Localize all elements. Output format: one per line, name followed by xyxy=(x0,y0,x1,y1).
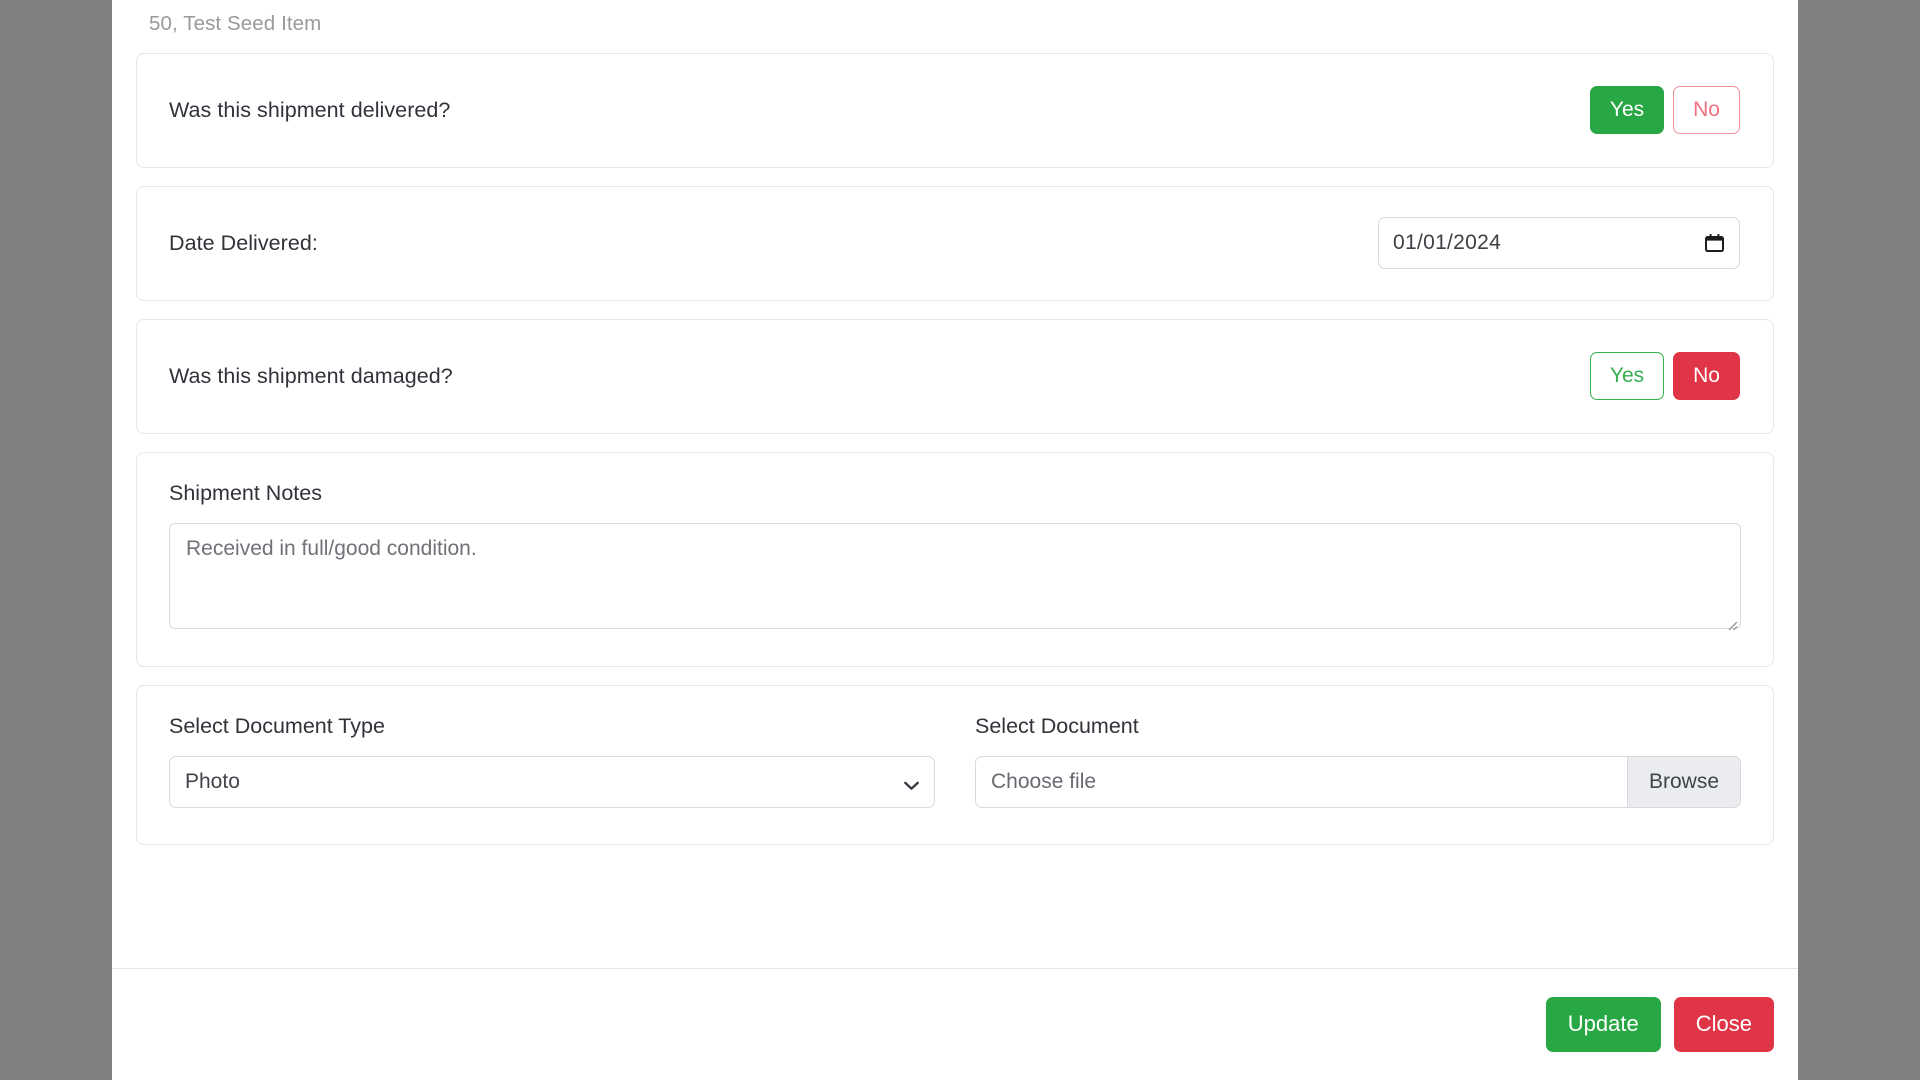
shipment-notes-card: Shipment Notes xyxy=(136,451,1774,667)
delivered-no-button[interactable]: No xyxy=(1673,86,1740,134)
modal-footer: Update Close xyxy=(112,968,1798,1080)
document-file-placeholder: Choose file xyxy=(991,769,1097,793)
damaged-question-label: Was this shipment damaged? xyxy=(169,363,453,388)
document-type-select[interactable]: Photo xyxy=(169,755,935,808)
documents-card: Select Document Type Photo Select Docume… xyxy=(136,684,1774,845)
document-type-label: Select Document Type xyxy=(169,713,385,738)
update-button[interactable]: Update xyxy=(1545,997,1661,1052)
delivered-question-label: Was this shipment delivered? xyxy=(169,97,451,122)
delivered-toggle-group: Yes No xyxy=(1589,86,1740,134)
delivered-card: Was this shipment delivered? Yes No xyxy=(136,52,1774,168)
modal-body: 50, Test Seed Item Was this shipment del… xyxy=(112,0,1798,968)
chevron-down-icon xyxy=(904,777,919,790)
date-delivered-input[interactable]: 01/01/2024 xyxy=(1378,217,1740,269)
browse-button[interactable]: Browse xyxy=(1626,756,1740,807)
modal-subtitle: 50, Test Seed Item xyxy=(149,12,322,35)
close-button[interactable]: Close xyxy=(1673,997,1774,1052)
document-file-input[interactable]: Choose file Browse xyxy=(975,755,1741,808)
delivered-yes-button[interactable]: Yes xyxy=(1589,86,1665,134)
date-delivered-row: Date Delivered: 01/01/2024 xyxy=(137,187,1773,300)
date-delivered-label: Date Delivered: xyxy=(169,230,318,255)
calendar-icon[interactable] xyxy=(1705,234,1724,253)
damaged-card: Was this shipment damaged? Yes No xyxy=(136,318,1774,434)
document-type-col: Select Document Type Photo xyxy=(169,714,935,808)
damaged-row: Was this shipment damaged? Yes No xyxy=(137,320,1773,433)
date-delivered-value: 01/01/2024 xyxy=(1393,231,1502,254)
shipment-notes-input[interactable] xyxy=(169,522,1741,629)
damaged-toggle-group: Yes No xyxy=(1589,352,1740,400)
document-type-value: Photo xyxy=(185,769,240,793)
shipment-notes-wrap xyxy=(169,522,1741,634)
document-file-col: Select Document Choose file Browse xyxy=(975,714,1741,808)
delivered-row: Was this shipment delivered? Yes No xyxy=(137,54,1773,167)
document-label: Select Document xyxy=(975,713,1139,738)
shipment-notes-label: Shipment Notes xyxy=(169,480,322,505)
damaged-no-button[interactable]: No xyxy=(1673,352,1740,400)
damaged-yes-button[interactable]: Yes xyxy=(1589,352,1665,400)
date-delivered-card: Date Delivered: 01/01/2024 xyxy=(136,185,1774,301)
shipment-receipt-modal: 50, Test Seed Item Was this shipment del… xyxy=(112,0,1798,1080)
